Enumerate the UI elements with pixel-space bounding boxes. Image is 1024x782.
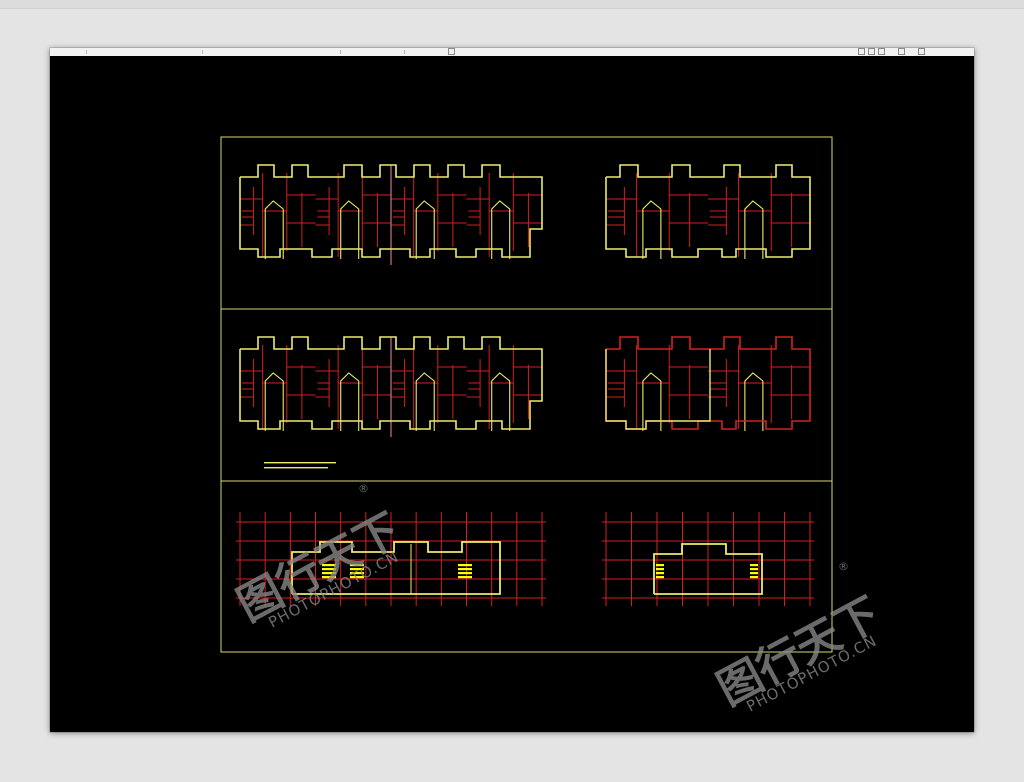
stair-tread <box>458 576 472 579</box>
toolbar-tool-icon[interactable] <box>448 48 455 55</box>
stair-core <box>415 200 435 259</box>
stair-tread <box>656 576 664 579</box>
window-top-strip <box>0 0 1024 9</box>
viewer-window: 图行天下 PHOTOPHOTO.CN ® 图行天下 PHOTOPHOTO.CN … <box>50 48 974 732</box>
stair-core <box>340 372 360 431</box>
toolbar-tool-icon[interactable] <box>918 48 925 55</box>
stair-tread <box>656 564 664 567</box>
stair-core <box>491 200 511 259</box>
stair-tread <box>750 564 758 567</box>
two-unit-block <box>605 164 811 259</box>
drawing-notes <box>264 462 336 469</box>
ground-floor-plan <box>602 512 814 606</box>
stair-tread <box>656 572 664 575</box>
toolbar-tool-icon[interactable] <box>868 48 875 55</box>
toolbar-separator <box>202 50 203 54</box>
stair-core <box>415 372 435 431</box>
stair-tread <box>458 568 472 571</box>
toolbar-separator <box>86 50 87 54</box>
note-line <box>264 467 328 469</box>
stair-core <box>744 200 764 259</box>
stair-tread <box>750 568 758 571</box>
stair-core <box>340 200 360 259</box>
stair-tread <box>458 564 472 567</box>
registered-mark: ® <box>358 482 369 495</box>
stair-tread <box>458 572 472 575</box>
toolbar-separator <box>404 50 405 54</box>
four-unit-block <box>239 164 543 265</box>
watermark-right: 图行天下 PHOTOPHOTO.CN ® <box>709 560 888 716</box>
stair-tread <box>750 572 758 575</box>
toolbar-tool-icon[interactable] <box>878 48 885 55</box>
cad-drawing-canvas[interactable]: 图行天下 PHOTOPHOTO.CN ® 图行天下 PHOTOPHOTO.CN … <box>50 56 974 732</box>
registered-mark: ® <box>838 560 849 573</box>
note-line <box>264 462 336 464</box>
stair-tread <box>656 568 664 571</box>
toolbar-tool-icon[interactable] <box>898 48 905 55</box>
stair-core <box>491 372 511 431</box>
toolbar-tool-icon[interactable] <box>858 48 865 55</box>
toolbar-separator <box>340 50 341 54</box>
cad-drawing: 图行天下 PHOTOPHOTO.CN ® 图行天下 PHOTOPHOTO.CN … <box>220 136 889 716</box>
stair-tread <box>750 576 758 579</box>
two-unit-block <box>605 336 811 431</box>
four-unit-block <box>239 336 543 437</box>
watermark-left: 图行天下 PHOTOPHOTO.CN ® <box>229 482 408 632</box>
stair-core <box>744 372 764 431</box>
